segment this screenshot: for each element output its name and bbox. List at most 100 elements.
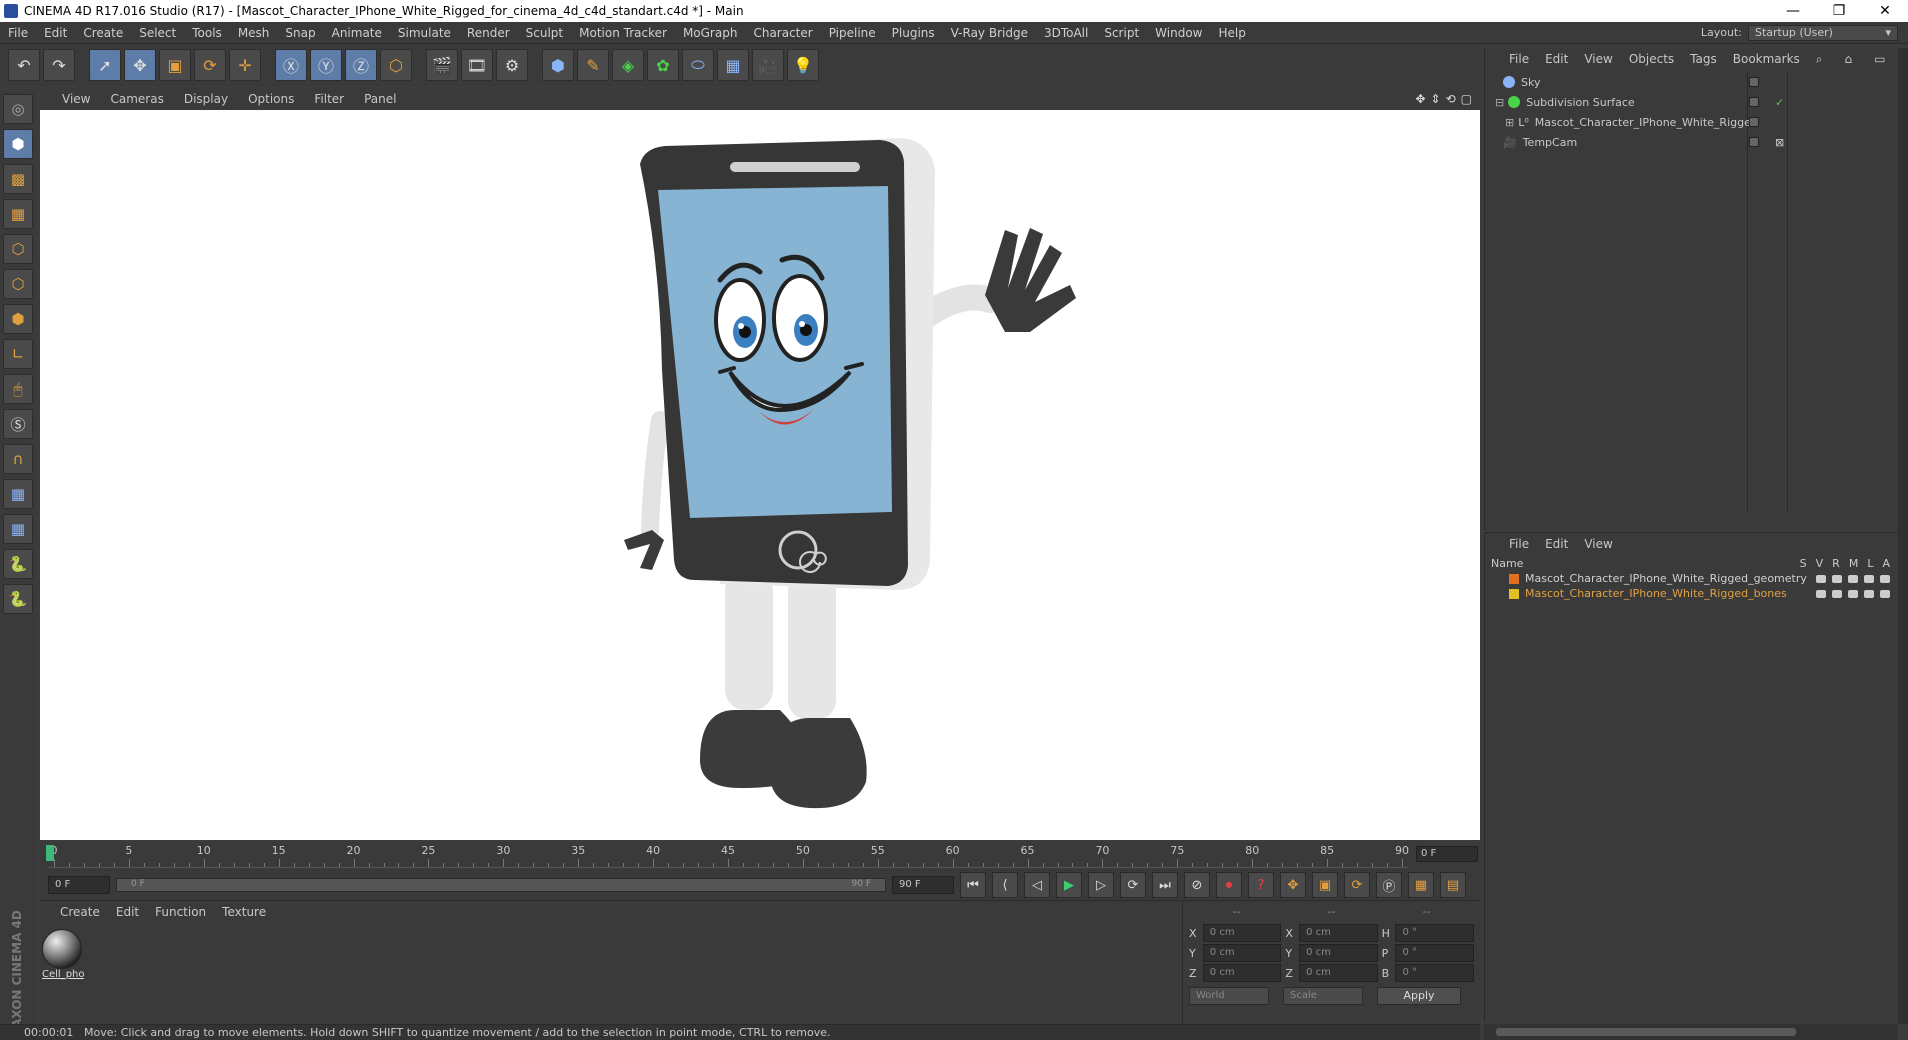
material-swatch[interactable]: Cell_pho — [42, 929, 84, 980]
add-floor-button[interactable]: ▦ — [717, 49, 749, 81]
add-subdivision-button[interactable]: ◈ — [612, 49, 644, 81]
undo-button[interactable]: ↶ — [8, 49, 40, 81]
preview-range-slider[interactable]: 0 F 90 F — [116, 878, 886, 892]
om-menu-objects[interactable]: Objects — [1621, 52, 1682, 66]
layer-row-geometry[interactable]: Mascot_Character_IPhone_White_Rigged_geo… — [1485, 571, 1898, 586]
expand-icon[interactable]: ⊞ — [1505, 116, 1514, 129]
menu-create[interactable]: Create — [75, 26, 131, 40]
om-menu-edit[interactable]: Edit — [1537, 52, 1576, 66]
position-y-field[interactable]: 0 cm — [1202, 944, 1282, 962]
python-script-button[interactable]: 🐍 — [3, 549, 33, 579]
render-toggle[interactable] — [1848, 574, 1858, 583]
apply-button[interactable]: Apply — [1377, 987, 1461, 1005]
render-view-button[interactable]: 🎬 — [426, 49, 458, 81]
enabled-check-icon[interactable]: ✓ — [1775, 96, 1784, 109]
menu-motion-tracker[interactable]: Motion Tracker — [571, 26, 675, 40]
rotation-h-field[interactable]: 0 ° — [1395, 924, 1474, 942]
model-mode-button[interactable]: ⬢ — [3, 129, 33, 159]
3d-viewport[interactable] — [40, 110, 1480, 840]
menu-window[interactable]: Window — [1147, 26, 1210, 40]
lock-icon[interactable] — [1880, 589, 1890, 598]
viewport-menu-view[interactable]: View — [52, 92, 100, 106]
key-position-button[interactable]: ✥ — [1280, 872, 1306, 898]
menu-character[interactable]: Character — [745, 26, 820, 40]
solo-toggle[interactable] — [1816, 589, 1826, 598]
viewport-menu-panel[interactable]: Panel — [354, 92, 406, 106]
orbit-view-icon[interactable]: ⟲ — [1446, 92, 1456, 106]
add-deformer-button[interactable]: ⬭ — [682, 49, 714, 81]
size-z-field[interactable]: 0 cm — [1299, 964, 1378, 982]
lock-icon[interactable] — [1880, 574, 1890, 583]
start-frame-field[interactable]: 0 F — [48, 876, 110, 894]
add-light-button[interactable]: 💡 — [787, 49, 819, 81]
menu-animate[interactable]: Animate — [324, 26, 390, 40]
menu-script[interactable]: Script — [1096, 26, 1147, 40]
menu-tools[interactable]: Tools — [184, 26, 230, 40]
add-spline-button[interactable]: ✎ — [577, 49, 609, 81]
current-frame-field[interactable]: 0 F — [1416, 846, 1478, 862]
menu-vray-bridge[interactable]: V-Ray Bridge — [943, 26, 1036, 40]
timeline[interactable]: 0 5 10 15 20 25 30 35 40 45 50 55 60 65 70 75 80 85 90 0 F — [40, 842, 1480, 870]
object-row-mascot[interactable]: ⊞ L⁰ Mascot_Character_IPhone_White_Rigge… — [1485, 112, 1899, 132]
points-mode-button[interactable]: ⬡ — [3, 234, 33, 264]
manager-toggle[interactable] — [1864, 589, 1874, 598]
rotate-tool-button[interactable]: ⟳ — [194, 49, 226, 81]
visibility-flag[interactable] — [1749, 97, 1759, 107]
eye-icon[interactable] — [1832, 589, 1842, 598]
coordinate-mode-dropdown[interactable]: World — [1189, 987, 1269, 1005]
transform-mode-dropdown[interactable]: Scale — [1283, 987, 1363, 1005]
render-picture-viewer-button[interactable]: 🎞 — [461, 49, 493, 81]
texture-mode-button[interactable]: ▩ — [3, 164, 33, 194]
next-key-button[interactable]: ⟳ — [1120, 872, 1146, 898]
om-menu-file[interactable]: File — [1501, 52, 1537, 66]
menu-simulate[interactable]: Simulate — [390, 26, 459, 40]
key-scale-button[interactable]: ▣ — [1312, 872, 1338, 898]
manager-toggle[interactable] — [1864, 574, 1874, 583]
record-keys-button[interactable]: ⊘ — [1184, 872, 1210, 898]
eye-icon[interactable] — [1832, 574, 1842, 583]
tweak-mode-button[interactable]: 🖱 — [3, 374, 33, 404]
home-icon[interactable]: ⌂ — [1837, 52, 1861, 67]
collapse-icon[interactable]: ⊟ — [1495, 96, 1504, 109]
right-panel-tabs[interactable] — [1898, 48, 1908, 1024]
workplane-lock-button[interactable]: ▦ — [3, 479, 33, 509]
timeline-window-button[interactable]: ▤ — [1440, 872, 1466, 898]
om-menu-bookmarks[interactable]: Bookmarks — [1725, 52, 1808, 66]
lm-menu-view[interactable]: View — [1576, 537, 1620, 551]
key-parameter-button[interactable]: Ⓟ — [1376, 872, 1402, 898]
scale-tool-button[interactable]: ▣ — [159, 49, 191, 81]
menu-render[interactable]: Render — [459, 26, 518, 40]
maximize-view-icon[interactable]: ▢ — [1461, 92, 1472, 106]
render-toggle[interactable] — [1848, 589, 1858, 598]
object-row-tempcam[interactable]: 🎥 TempCam ⊠ — [1485, 132, 1899, 152]
material-menu-create[interactable]: Create — [52, 905, 108, 919]
menu-sculpt[interactable]: Sculpt — [518, 26, 571, 40]
add-camera-button[interactable]: 🎥 — [752, 49, 784, 81]
menu-edit[interactable]: Edit — [36, 26, 75, 40]
lm-menu-edit[interactable]: Edit — [1537, 537, 1576, 551]
material-menu-texture[interactable]: Texture — [214, 905, 274, 919]
menu-file[interactable]: File — [0, 26, 36, 40]
material-menu-function[interactable]: Function — [147, 905, 214, 919]
filter-icon[interactable]: ▭ — [1866, 52, 1893, 67]
om-menu-tags[interactable]: Tags — [1682, 52, 1725, 66]
position-x-field[interactable]: 0 cm — [1202, 924, 1282, 942]
coordinate-system-button[interactable]: ⬡ — [380, 49, 412, 81]
playhead[interactable] — [46, 845, 54, 861]
restore-button[interactable]: ❐ — [1816, 3, 1862, 19]
rotation-b-field[interactable]: 0 ° — [1395, 964, 1474, 982]
scrollbar-thumb[interactable] — [1496, 1028, 1796, 1036]
y-axis-lock-button[interactable]: Ⓨ — [310, 49, 342, 81]
dolly-view-icon[interactable]: ⇕ — [1431, 92, 1441, 106]
visibility-flag[interactable] — [1749, 137, 1759, 147]
minimize-button[interactable]: — — [1770, 3, 1816, 19]
om-menu-view[interactable]: View — [1576, 52, 1620, 66]
prev-frame-button[interactable]: ◁ — [1024, 872, 1050, 898]
autokey-button[interactable]: ⏺ — [1216, 872, 1242, 898]
size-y-field[interactable]: 0 cm — [1299, 944, 1378, 962]
move-tool-button[interactable]: ✥ — [124, 49, 156, 81]
rotation-p-field[interactable]: 0 ° — [1395, 944, 1474, 962]
menu-plugins[interactable]: Plugins — [884, 26, 943, 40]
end-frame-field[interactable]: 90 F — [892, 876, 954, 894]
next-frame-button[interactable]: ▷ — [1088, 872, 1114, 898]
